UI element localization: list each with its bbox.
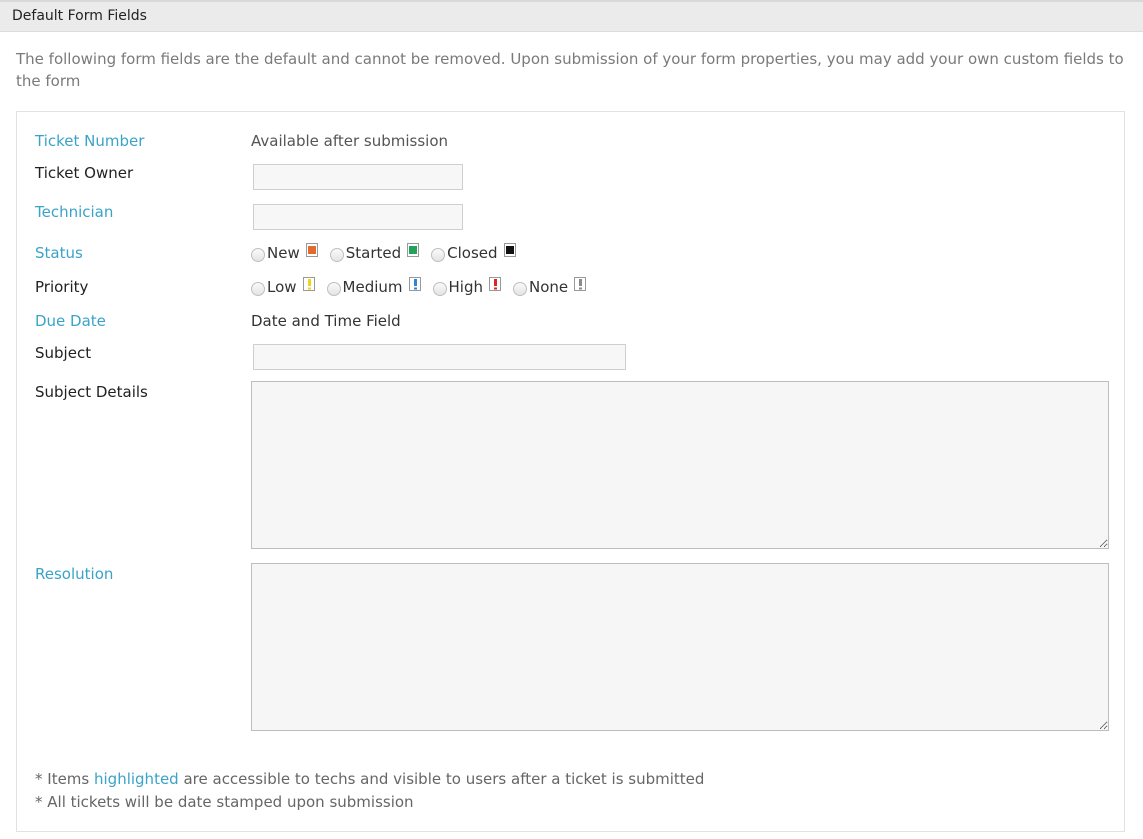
resolution-label: Resolution: [35, 565, 114, 583]
priority-option-high[interactable]: High: [432, 277, 502, 296]
subject-details-label: Subject Details: [35, 383, 148, 401]
priority-low-radio[interactable]: [251, 281, 265, 296]
status-label: Status: [35, 244, 83, 262]
status-new-label: New: [267, 244, 300, 262]
priority-option-medium[interactable]: Medium: [326, 277, 421, 296]
due-date-label: Due Date: [35, 312, 106, 330]
priority-high-radio[interactable]: [432, 281, 447, 296]
priority-none-radio[interactable]: [513, 281, 528, 296]
form-container: Ticket Number Available after submission…: [16, 111, 1125, 832]
subject-details-textarea[interactable]: [251, 381, 1109, 549]
green-flag-icon: [407, 243, 420, 257]
priority-label: Priority: [35, 278, 89, 296]
status-closed-radio[interactable]: [431, 247, 446, 262]
footer-note-prefix: * Items: [35, 770, 94, 788]
ticket-owner-label: Ticket Owner: [35, 164, 134, 182]
footer-note-suffix: are accessible to techs and visible to u…: [178, 770, 705, 788]
status-closed-label: Closed: [447, 244, 498, 262]
status-started-radio[interactable]: [329, 247, 344, 262]
priority-option-none[interactable]: None: [513, 277, 587, 296]
resolution-textarea[interactable]: [251, 563, 1109, 731]
status-started-label: Started: [345, 244, 402, 262]
status-option-started[interactable]: Started: [329, 243, 420, 262]
subject-input[interactable]: [253, 344, 626, 370]
orange-flag-icon: [305, 243, 318, 257]
status-radio-group: New Started Closed: [251, 243, 528, 262]
ticket-number-value: Available after submission: [251, 132, 449, 150]
status-new-radio[interactable]: [251, 247, 265, 262]
priority-radio-group: Low Medium High None: [251, 277, 598, 296]
status-option-closed[interactable]: Closed: [431, 243, 516, 262]
panel-title: Default Form Fields: [12, 8, 147, 24]
footer-note-highlighted: * Items highlighted are accessible to te…: [35, 770, 704, 788]
priority-medium-label: Medium: [342, 278, 403, 296]
due-date-value: Date and Time Field: [251, 312, 401, 330]
ticket-number-label: Ticket Number: [35, 132, 145, 150]
red-exclamation-icon: [489, 277, 502, 291]
gray-exclamation-icon: [574, 277, 587, 291]
black-flag-icon: [503, 243, 516, 257]
panel-header: Default Form Fields: [0, 2, 1143, 32]
subject-label: Subject: [35, 344, 92, 362]
footer-note-highlight-word: highlighted: [94, 770, 179, 788]
priority-medium-radio[interactable]: [326, 281, 341, 296]
technician-input[interactable]: [253, 204, 463, 230]
yellow-exclamation-icon: [302, 277, 315, 291]
priority-none-label: None: [529, 278, 569, 296]
blue-exclamation-icon: [408, 277, 421, 291]
priority-option-low[interactable]: Low: [251, 277, 315, 296]
status-option-new[interactable]: New: [251, 243, 318, 262]
footer-note-date-stamp: * All tickets will be date stamped upon …: [35, 793, 414, 811]
ticket-owner-input[interactable]: [253, 164, 463, 190]
priority-low-label: Low: [267, 278, 297, 296]
priority-high-label: High: [448, 278, 484, 296]
technician-label: Technician: [35, 203, 114, 221]
intro-text: The following form fields are the defaul…: [16, 50, 1124, 90]
